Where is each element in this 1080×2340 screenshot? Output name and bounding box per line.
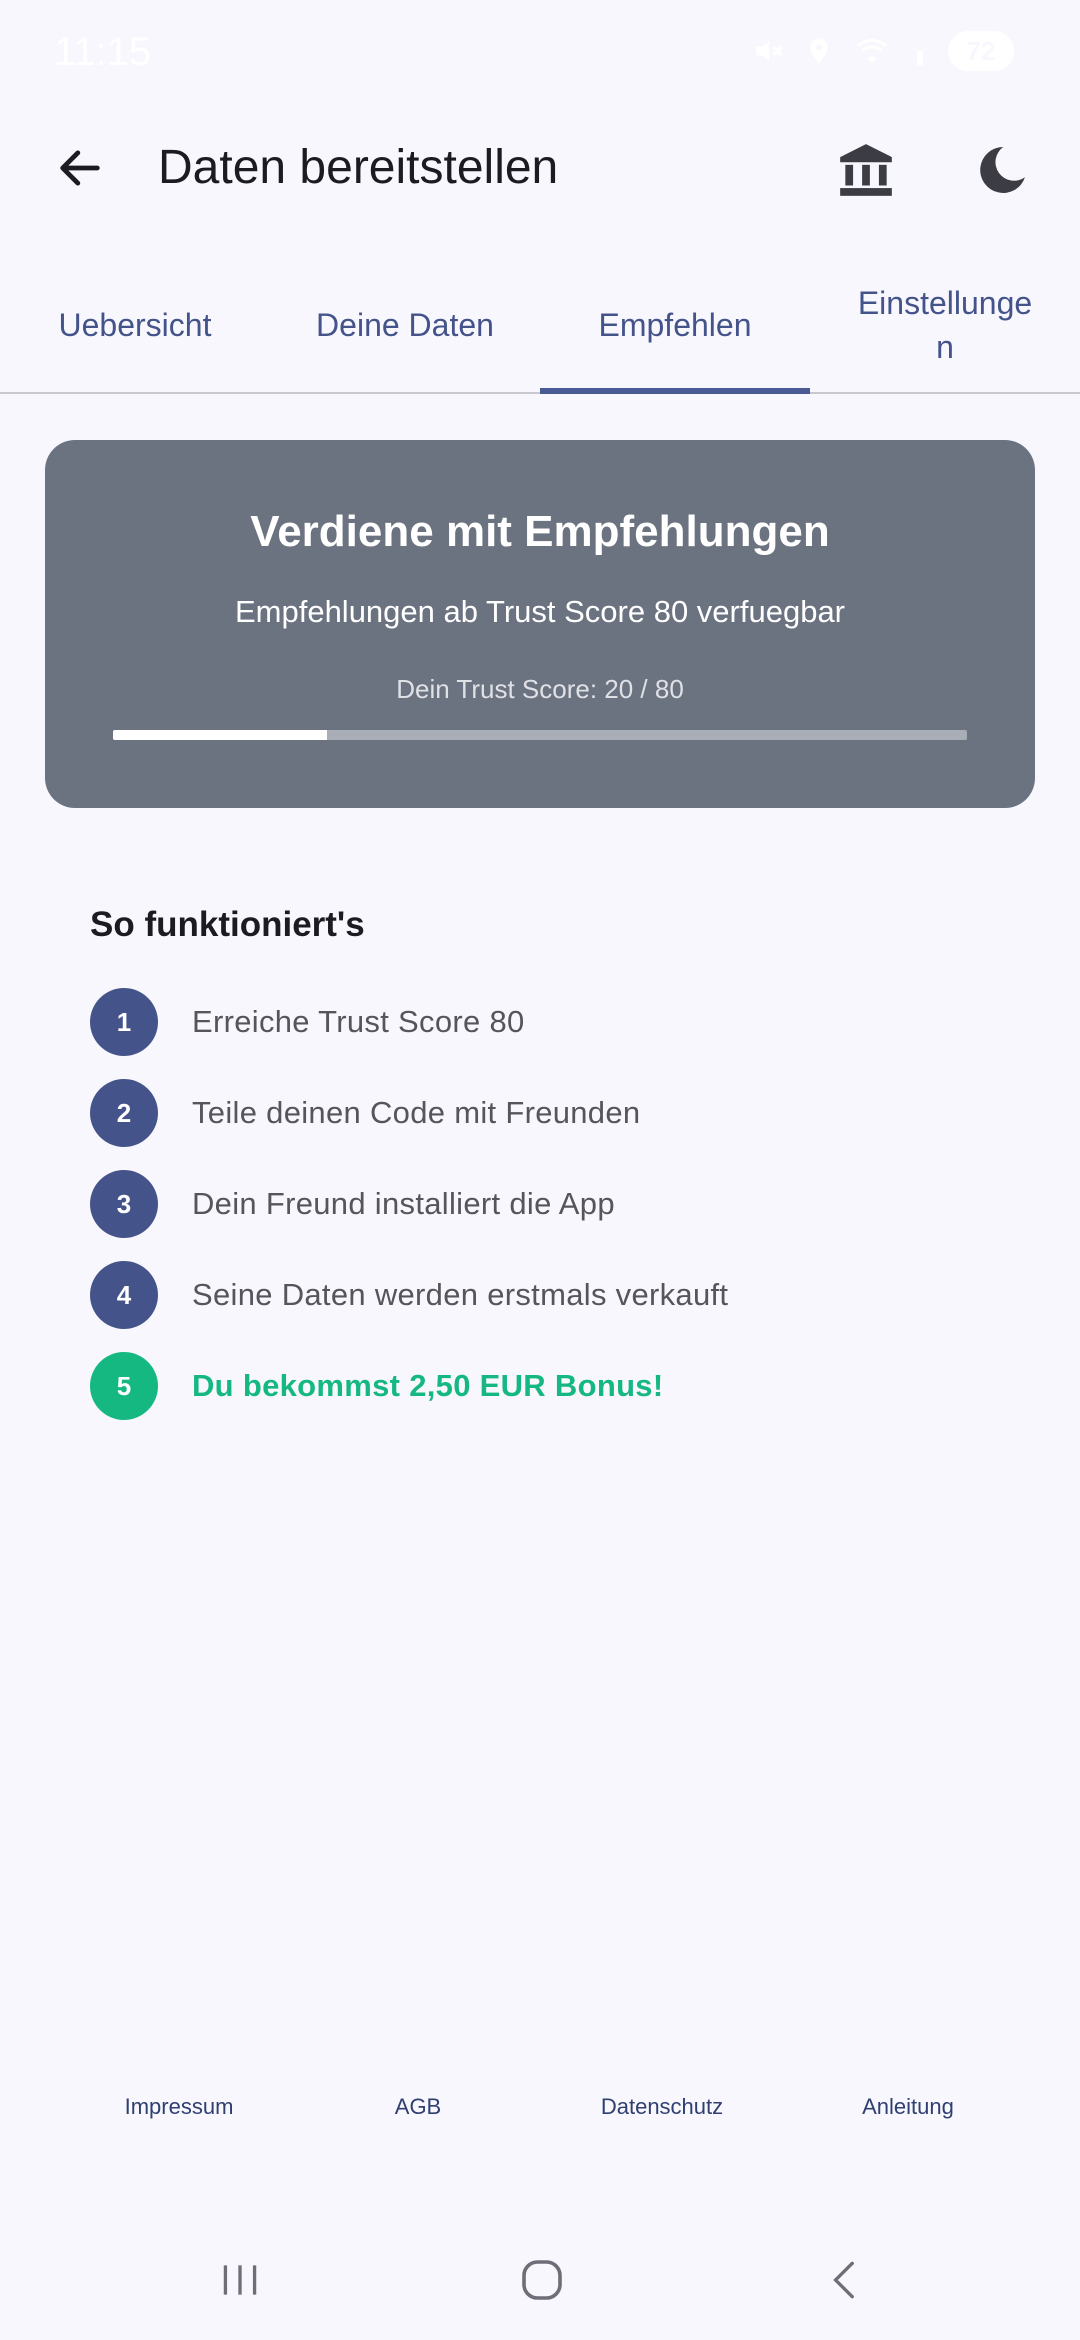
tab-deine-daten[interactable]: Deine Daten — [270, 258, 540, 392]
footer-link-datenschutz[interactable]: Datenschutz — [601, 2094, 723, 2120]
trust-score-progress — [113, 730, 967, 740]
tab-uebersicht[interactable]: Uebersicht — [0, 258, 270, 392]
location-icon — [810, 38, 828, 64]
step-item-bonus: 5 Du bekommst 2,50 EUR Bonus! — [90, 1352, 990, 1443]
step-item: 4 Seine Daten werden erstmals verkauft — [90, 1261, 990, 1352]
footer-links: Impressum AGB Datenschutz Anleitung — [0, 2094, 1080, 2134]
status-time: 11:15 — [54, 30, 152, 74]
recent-apps-icon — [223, 2265, 257, 2295]
moon-icon — [980, 147, 1025, 193]
steps-list: 1 Erreiche Trust Score 80 2 Teile deinen… — [90, 988, 990, 1443]
tab-bar: Uebersicht Deine Daten Empfehlen Einstel… — [0, 258, 1080, 394]
app-screen: 11:15 72 Daten bereitstellen Uebersicht … — [0, 0, 1080, 2340]
steps-heading: So funktioniert's — [90, 905, 365, 944]
app-bar: Daten bereitstellen — [0, 110, 1080, 230]
referral-card: Verdiene mit Empfehlungen Empfehlungen a… — [45, 440, 1035, 808]
referral-title: Verdiene mit Empfehlungen — [250, 507, 830, 556]
tab-label: Einstellungen — [857, 285, 1033, 365]
trust-score-label: Dein Trust Score: 20 / 80 — [396, 674, 684, 704]
step-text: Seine Daten werden erstmals verkauft — [192, 1277, 729, 1312]
step-number-badge: 1 — [90, 988, 158, 1056]
status-icons: 72 — [752, 28, 1014, 74]
step-number-badge: 5 — [90, 1352, 158, 1420]
bank-icon — [840, 144, 892, 196]
footer-link-impressum[interactable]: Impressum — [125, 2094, 234, 2120]
theme-toggle-button[interactable] — [964, 132, 1040, 208]
trust-score-progress-fill — [113, 730, 327, 740]
step-item: 2 Teile deinen Code mit Freunden — [90, 1079, 990, 1170]
tab-einstellungen[interactable]: Einstellungen — [810, 258, 1080, 392]
tab-label: Deine Daten — [316, 307, 494, 343]
status-bar: 11:15 72 — [0, 0, 1080, 100]
footer-link-agb[interactable]: AGB — [395, 2094, 441, 2120]
step-item: 1 Erreiche Trust Score 80 — [90, 988, 990, 1079]
footer-link-anleitung[interactable]: Anleitung — [862, 2094, 954, 2120]
tab-label: Uebersicht — [58, 307, 212, 343]
tab-empfehlen[interactable]: Empfehlen — [540, 258, 810, 394]
step-number-badge: 4 — [90, 1261, 158, 1329]
home-button[interactable] — [502, 2240, 582, 2320]
home-icon — [522, 2260, 562, 2300]
referral-subtitle: Empfehlungen ab Trust Score 80 verfuegba… — [234, 594, 846, 629]
tab-label: Empfehlen — [598, 307, 752, 343]
signal-icon — [917, 51, 923, 66]
step-item: 3 Dein Freund installiert die App — [90, 1170, 990, 1261]
chevron-left-icon — [833, 2261, 854, 2299]
bank-button[interactable] — [828, 132, 904, 208]
recent-apps-button[interactable] — [200, 2240, 280, 2320]
step-number-badge: 2 — [90, 1079, 158, 1147]
step-number-badge: 3 — [90, 1170, 158, 1238]
mute-icon — [756, 41, 783, 61]
battery-icon: 72 — [948, 31, 1014, 71]
back-button[interactable] — [44, 132, 116, 204]
system-back-button[interactable] — [806, 2240, 886, 2320]
page-title: Daten bereitstellen — [158, 141, 559, 194]
step-text: Dein Freund installiert die App — [192, 1186, 615, 1221]
step-text-bonus: Du bekommst 2,50 EUR Bonus! — [192, 1368, 664, 1403]
wifi-icon — [856, 39, 888, 63]
system-nav-bar — [0, 2210, 1080, 2340]
battery-level: 72 — [966, 35, 996, 66]
step-text: Erreiche Trust Score 80 — [192, 1004, 525, 1039]
arrow-back-icon — [60, 150, 100, 186]
step-text: Teile deinen Code mit Freunden — [192, 1095, 641, 1130]
